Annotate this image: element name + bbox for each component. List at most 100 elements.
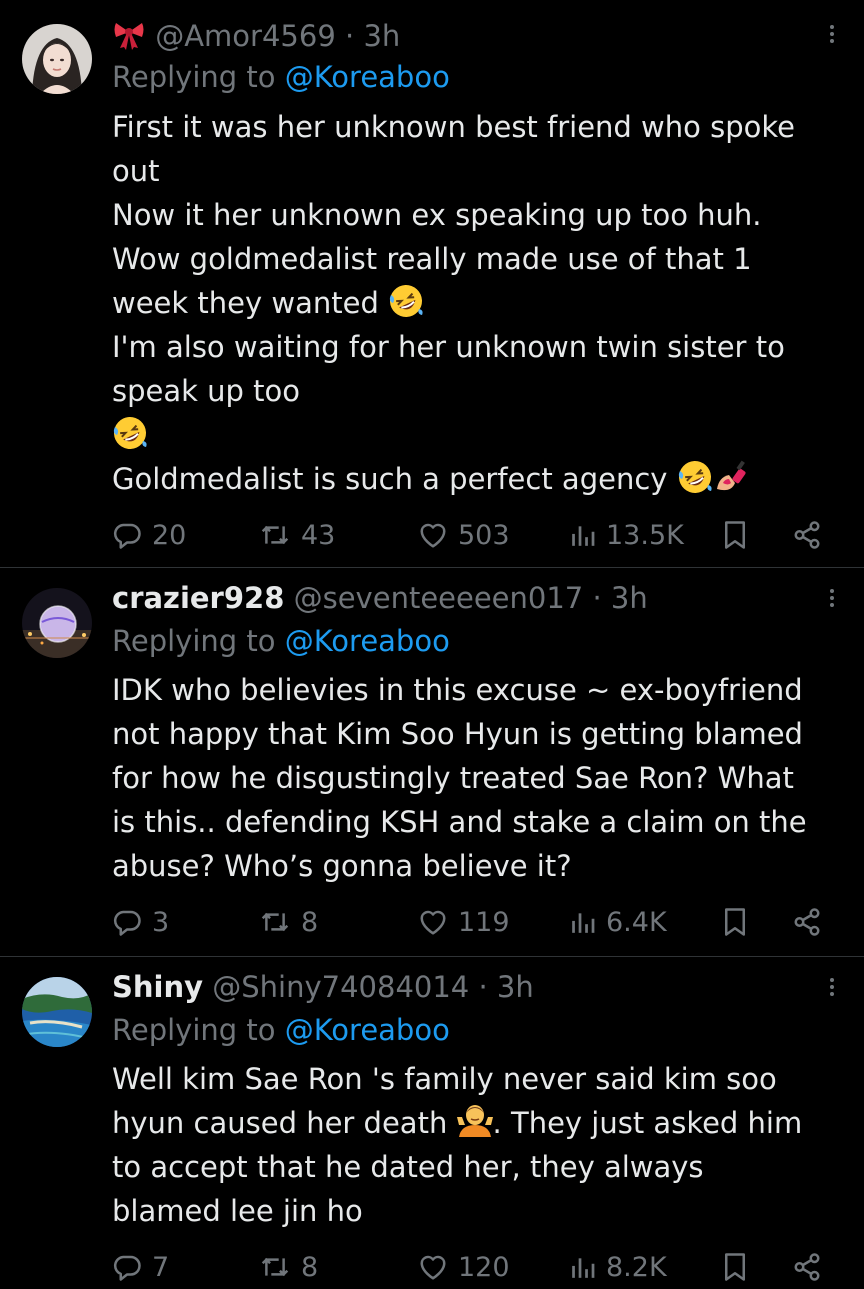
tweet-line: I'm also waiting for her unknown twin si… bbox=[112, 330, 785, 364]
like-count: 503 bbox=[458, 519, 510, 551]
repost-button[interactable]: 43 bbox=[259, 515, 335, 555]
more-options-icon[interactable] bbox=[826, 22, 838, 52]
tweet-line-with-emoji: week they wanted bbox=[112, 281, 840, 325]
user-handle[interactable]: @Amor4569 bbox=[155, 19, 336, 53]
separator-dot: · bbox=[592, 581, 602, 615]
views-count: 6.4K bbox=[606, 906, 667, 938]
tweet-2[interactable]: crazier928 @seventeeeeen017 · 3h Replyin… bbox=[0, 568, 864, 955]
user-handle[interactable]: @Shiny74084014 bbox=[212, 970, 469, 1004]
replying-label: Replying to bbox=[112, 60, 276, 94]
ribbon-emoji bbox=[112, 17, 146, 51]
tweet-line: speak up too bbox=[112, 374, 301, 408]
bookmark-icon bbox=[725, 521, 745, 549]
bookmark-button[interactable] bbox=[722, 515, 748, 555]
like-count: 120 bbox=[458, 1251, 510, 1283]
replying-to: Replying to @Koreaboo bbox=[112, 59, 450, 95]
repost-icon bbox=[261, 1257, 289, 1277]
tweet-line: IDK who believies in this excuse ~ ex-bo… bbox=[112, 673, 803, 707]
views-button[interactable]: 8.2K bbox=[570, 1247, 667, 1287]
like-count: 119 bbox=[458, 906, 510, 938]
bookmark-button[interactable] bbox=[722, 1247, 748, 1287]
rolling-on-floor-laughing-emoji bbox=[388, 283, 424, 319]
tweet-header: Shiny @Shiny74084014 · 3h bbox=[112, 969, 804, 1005]
timestamp[interactable]: 3h bbox=[611, 581, 648, 615]
tweet-line-text: week they wanted bbox=[112, 286, 379, 320]
share-button[interactable] bbox=[792, 1247, 822, 1287]
share-button[interactable] bbox=[792, 515, 822, 555]
display-name[interactable]: Shiny bbox=[112, 970, 203, 1004]
rolling-on-floor-laughing-emoji bbox=[677, 459, 713, 495]
share-icon bbox=[794, 908, 820, 936]
like-button[interactable]: 119 bbox=[418, 902, 510, 942]
tweet-line-emoji-only bbox=[112, 413, 840, 457]
nail-polish-emoji bbox=[713, 459, 749, 495]
bookmark-icon bbox=[725, 908, 745, 936]
repost-icon bbox=[261, 912, 289, 932]
action-bar: 7 8 120 8.2K bbox=[112, 1247, 844, 1287]
share-icon bbox=[794, 521, 820, 549]
views-count: 13.5K bbox=[606, 519, 684, 551]
tweet-line: out bbox=[112, 154, 160, 188]
replying-label: Replying to bbox=[112, 1013, 276, 1047]
reply-count: 7 bbox=[152, 1251, 170, 1283]
replying-handle-link[interactable]: @Koreaboo bbox=[285, 624, 450, 658]
bookmark-button[interactable] bbox=[722, 902, 748, 942]
timestamp[interactable]: 3h bbox=[363, 19, 400, 53]
views-button[interactable]: 6.4K bbox=[570, 902, 667, 942]
tweet-line: is this.. defending KSH and stake a clai… bbox=[112, 805, 807, 839]
separator-dot: · bbox=[345, 19, 355, 53]
like-button[interactable]: 120 bbox=[418, 1247, 510, 1287]
reply-button[interactable]: 7 bbox=[112, 1247, 169, 1287]
like-button[interactable]: 503 bbox=[418, 515, 510, 555]
repost-icon bbox=[261, 525, 289, 545]
views-chart-icon bbox=[572, 1258, 595, 1278]
repost-count: 43 bbox=[301, 519, 336, 551]
avatar-image bbox=[22, 24, 92, 94]
tweet-header: @Amor4569 · 3h bbox=[112, 17, 804, 54]
more-options-icon[interactable] bbox=[826, 586, 838, 616]
views-button[interactable]: 13.5K bbox=[570, 515, 684, 555]
avatar-image bbox=[22, 977, 92, 1047]
replying-handle-link[interactable]: @Koreaboo bbox=[285, 60, 450, 94]
tweet-line: Now it her unknown ex speaking up too hu… bbox=[112, 198, 762, 232]
user-handle[interactable]: @seventeeeeen017 bbox=[294, 581, 584, 615]
views-chart-icon bbox=[572, 913, 595, 933]
tweet-line: Well kim Sae Ron 's family never said ki… bbox=[112, 1062, 777, 1096]
tweet-line: to accept that he dated her, they always bbox=[112, 1150, 704, 1184]
avatar[interactable] bbox=[22, 588, 92, 658]
repost-count: 8 bbox=[301, 1251, 319, 1283]
replying-label: Replying to bbox=[112, 624, 276, 658]
repost-count: 8 bbox=[301, 906, 319, 938]
tweet-text: First it was her unknown best friend who… bbox=[112, 105, 840, 501]
replying-to: Replying to @Koreaboo bbox=[112, 1012, 450, 1048]
avatar[interactable] bbox=[22, 977, 92, 1047]
views-chart-icon bbox=[572, 526, 595, 546]
timestamp[interactable]: 3h bbox=[497, 970, 534, 1004]
repost-button[interactable]: 8 bbox=[259, 1247, 318, 1287]
reply-button[interactable]: 3 bbox=[112, 902, 169, 942]
display-name[interactable]: crazier928 bbox=[112, 581, 284, 615]
avatar-image bbox=[22, 588, 92, 658]
replying-handle-link[interactable]: @Koreaboo bbox=[285, 1013, 450, 1047]
reply-button[interactable]: 20 bbox=[112, 515, 186, 555]
tweet-line-with-emoji: Goldmedalist is such a perfect agency bbox=[112, 457, 840, 501]
bookmark-icon bbox=[725, 1253, 745, 1281]
rolling-on-floor-laughing-emoji bbox=[112, 415, 148, 451]
tweet-3[interactable]: Shiny @Shiny74084014 · 3h Replying to @K… bbox=[0, 957, 864, 1289]
replying-to: Replying to @Koreaboo bbox=[112, 623, 450, 659]
heart-icon bbox=[420, 1255, 446, 1280]
tweet-1[interactable]: @Amor4569 · 3h Replying to @Koreaboo Fir… bbox=[0, 0, 864, 566]
shrug-emoji bbox=[456, 1103, 493, 1139]
repost-button[interactable]: 8 bbox=[259, 902, 318, 942]
avatar[interactable] bbox=[22, 24, 92, 94]
reply-count: 3 bbox=[152, 906, 170, 938]
separator-dot: · bbox=[478, 970, 488, 1004]
tweet-line: blamed lee jin ho bbox=[112, 1194, 363, 1228]
reply-icon bbox=[113, 1255, 141, 1281]
more-options-icon[interactable] bbox=[826, 975, 838, 1005]
share-icon bbox=[794, 1253, 820, 1281]
share-button[interactable] bbox=[792, 902, 822, 942]
tweet-line-text: hyun caused her death bbox=[112, 1106, 448, 1140]
tweet-line: Wow goldmedalist really made use of that… bbox=[112, 242, 752, 276]
tweet-line: not happy that Kim Soo Hyun is getting b… bbox=[112, 717, 803, 751]
